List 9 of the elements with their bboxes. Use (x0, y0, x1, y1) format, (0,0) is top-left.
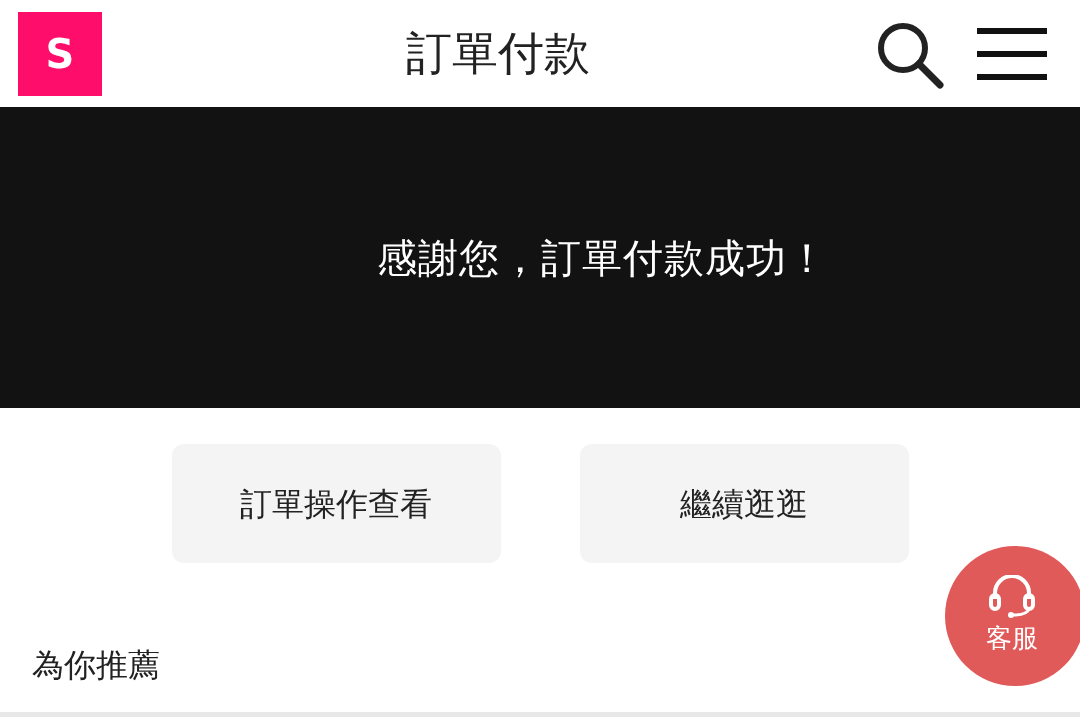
action-button[interactable]: 訂單操作查看 (171, 444, 501, 563)
success-message: 感謝您，訂單付款成功！ (376, 233, 828, 283)
customer-service-button[interactable]: 客服 (945, 546, 1080, 686)
logo[interactable]: S (18, 11, 102, 96)
page-title: 訂單付款 (406, 25, 590, 82)
section-title: 為你推薦 (32, 646, 160, 684)
menu-icon[interactable] (977, 25, 1047, 82)
action-button[interactable]: 繼續逛逛 (579, 444, 909, 563)
headset-icon (987, 574, 1037, 619)
